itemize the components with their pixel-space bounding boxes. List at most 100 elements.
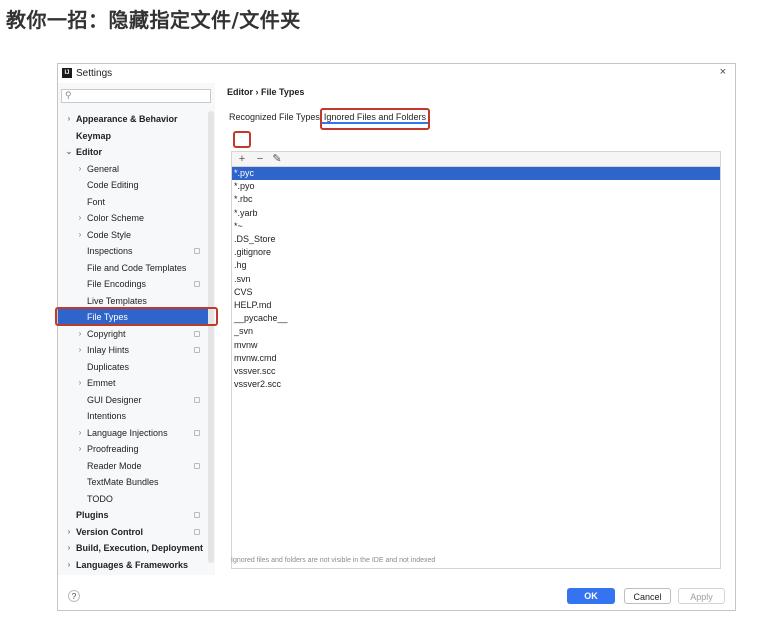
chevron-right-icon[interactable]: › <box>75 210 85 226</box>
sidebar-item[interactable]: › Build, Execution, Deployment <box>58 540 208 556</box>
chevron-right-icon[interactable]: › <box>75 161 85 177</box>
settings-sidebar: ⚲ › Appearance & Behavior Keymap ⌄ Editor › Ge… <box>58 83 215 575</box>
file-types-highlight-box <box>55 307 218 326</box>
dialog-footer: ? OK Cancel Apply <box>58 575 735 612</box>
sidebar-item-label: Font <box>87 196 106 207</box>
breadcrumb-separator: › <box>255 87 259 97</box>
project-scope-icon <box>194 347 200 353</box>
help-icon[interactable]: ? <box>68 590 80 602</box>
tab-highlight-box <box>320 108 430 130</box>
apply-button[interactable]: Apply <box>678 588 725 604</box>
sidebar-item[interactable]: › Version Control <box>58 524 208 540</box>
search-input[interactable]: ⚲ <box>61 89 211 103</box>
list-toolbar: + − ✎ <box>231 151 721 167</box>
sidebar-item-label: Color Scheme <box>87 213 145 223</box>
list-item[interactable]: vssver.scc <box>232 365 720 378</box>
sidebar-item[interactable]: › General <box>58 161 208 177</box>
project-scope-icon <box>194 281 200 287</box>
list-item[interactable]: vssver2.scc <box>232 378 720 391</box>
list-item[interactable]: CVS <box>232 286 720 299</box>
project-scope-icon <box>194 429 200 436</box>
chevron-right-icon[interactable]: › <box>64 524 74 540</box>
sidebar-item[interactable]: TextMate Bundles <box>58 474 208 490</box>
ok-button[interactable]: OK <box>567 588 615 604</box>
chevron-right-icon[interactable]: › <box>64 557 74 573</box>
close-icon[interactable]: × <box>720 66 726 78</box>
list-item[interactable]: *.yarb <box>232 207 720 220</box>
sidebar-scrollbar[interactable] <box>208 111 214 563</box>
sidebar-item[interactable]: › Copyright <box>58 326 208 342</box>
breadcrumb-current: File Types <box>261 87 305 97</box>
sidebar-item[interactable]: › Color Scheme <box>58 210 208 226</box>
project-scope-icon <box>194 528 200 535</box>
sidebar-item[interactable]: Keymap <box>58 128 208 144</box>
chevron-right-icon[interactable]: › <box>75 342 85 358</box>
sidebar-item[interactable]: Reader Mode <box>58 458 208 474</box>
sidebar-item-label: Languages & Frameworks <box>76 559 189 570</box>
list-item[interactable]: _svn <box>232 325 720 338</box>
sidebar-item[interactable]: Code Editing <box>58 177 208 193</box>
pencil-icon[interactable]: ✎ <box>270 153 284 165</box>
sidebar-item-label: Version Control <box>76 526 144 537</box>
project-scope-icon <box>194 330 200 337</box>
sidebar-item-label: Language Injections <box>87 427 168 438</box>
chevron-right-icon[interactable]: › <box>64 111 74 127</box>
list-item[interactable]: HELP.md <box>232 299 720 312</box>
sidebar-item-label: Keymap <box>76 130 112 141</box>
plus-icon[interactable]: + <box>235 153 249 165</box>
sidebar-item-label: Code Editing <box>87 180 139 190</box>
sidebar-item[interactable]: GUI Designer <box>58 392 208 408</box>
sidebar-item[interactable]: › Emmet <box>58 375 208 391</box>
search-icon: ⚲ <box>65 90 72 100</box>
list-item[interactable]: .hg <box>232 259 720 272</box>
list-item[interactable]: __pycache__ <box>232 312 720 325</box>
project-scope-icon <box>194 512 200 518</box>
chevron-right-icon[interactable]: › <box>75 227 85 243</box>
sidebar-item[interactable]: TODO <box>58 491 208 507</box>
sidebar-item[interactable]: Duplicates <box>58 359 208 375</box>
sidebar-item-label: File and Code Templates <box>87 262 187 273</box>
sidebar-item-label: Copyright <box>87 328 126 339</box>
chevron-right-icon[interactable]: › <box>75 375 85 391</box>
sidebar-item-label: Inlay Hints <box>87 345 130 355</box>
sidebar-item-label: Editor <box>76 147 102 157</box>
list-item[interactable]: mvnw.cmd <box>232 352 720 365</box>
sidebar-item[interactable]: File Encodings <box>58 276 208 292</box>
sidebar-item[interactable]: File and Code Templates <box>58 260 208 276</box>
sidebar-item[interactable]: › Appearance & Behavior <box>58 111 208 127</box>
sidebar-item-label: Code Style <box>87 229 132 240</box>
chevron-right-icon[interactable]: › <box>64 540 74 556</box>
list-item[interactable]: mvnw <box>232 339 720 352</box>
sidebar-item[interactable]: ⌄ Editor <box>58 144 208 160</box>
sidebar-item-label: Plugins <box>76 510 109 520</box>
sidebar-item[interactable]: › Code Style <box>58 227 208 243</box>
cancel-button[interactable]: Cancel <box>624 588 671 604</box>
breadcrumb-parent[interactable]: Editor <box>227 87 253 97</box>
ignored-files-list[interactable]: *.pyc *.pyo *.rbc *.yarb *~ .DS_Store .gitigno… <box>231 167 721 569</box>
chevron-right-icon[interactable]: › <box>75 425 85 441</box>
chevron-right-icon[interactable]: › <box>75 441 85 457</box>
sidebar-item[interactable]: Inspections <box>58 243 208 259</box>
list-item[interactable]: *.rbc <box>232 193 720 206</box>
sidebar-item-label: Appearance & Behavior <box>76 114 178 124</box>
sidebar-item[interactable]: › Inlay Hints <box>58 342 208 358</box>
list-item[interactable]: .DS_Store <box>232 233 720 246</box>
minus-icon[interactable]: − <box>253 153 267 165</box>
sidebar-item-label: TODO <box>87 493 113 504</box>
sidebar-item[interactable]: Font <box>58 194 208 210</box>
list-item[interactable]: .svn <box>232 273 720 286</box>
chevron-right-icon[interactable]: › <box>75 326 85 342</box>
sidebar-item[interactable]: Plugins <box>58 507 208 523</box>
list-item[interactable]: *.pyo <box>232 180 720 193</box>
tab-recognized-file-types[interactable]: Recognized File Types <box>227 112 322 122</box>
sidebar-item[interactable]: Intentions <box>58 408 208 424</box>
list-item[interactable]: .gitignore <box>232 246 720 259</box>
sidebar-item[interactable]: › Proofreading <box>58 441 208 457</box>
sidebar-item[interactable]: › Languages & Frameworks <box>58 557 208 573</box>
chevron-down-icon[interactable]: ⌄ <box>64 144 74 160</box>
project-scope-icon <box>194 248 200 254</box>
list-item[interactable]: *.pyc <box>232 167 720 180</box>
sidebar-item[interactable]: › Language Injections <box>58 425 208 441</box>
breadcrumb: Editor › File Types <box>227 87 304 97</box>
list-item[interactable]: *~ <box>232 220 720 233</box>
